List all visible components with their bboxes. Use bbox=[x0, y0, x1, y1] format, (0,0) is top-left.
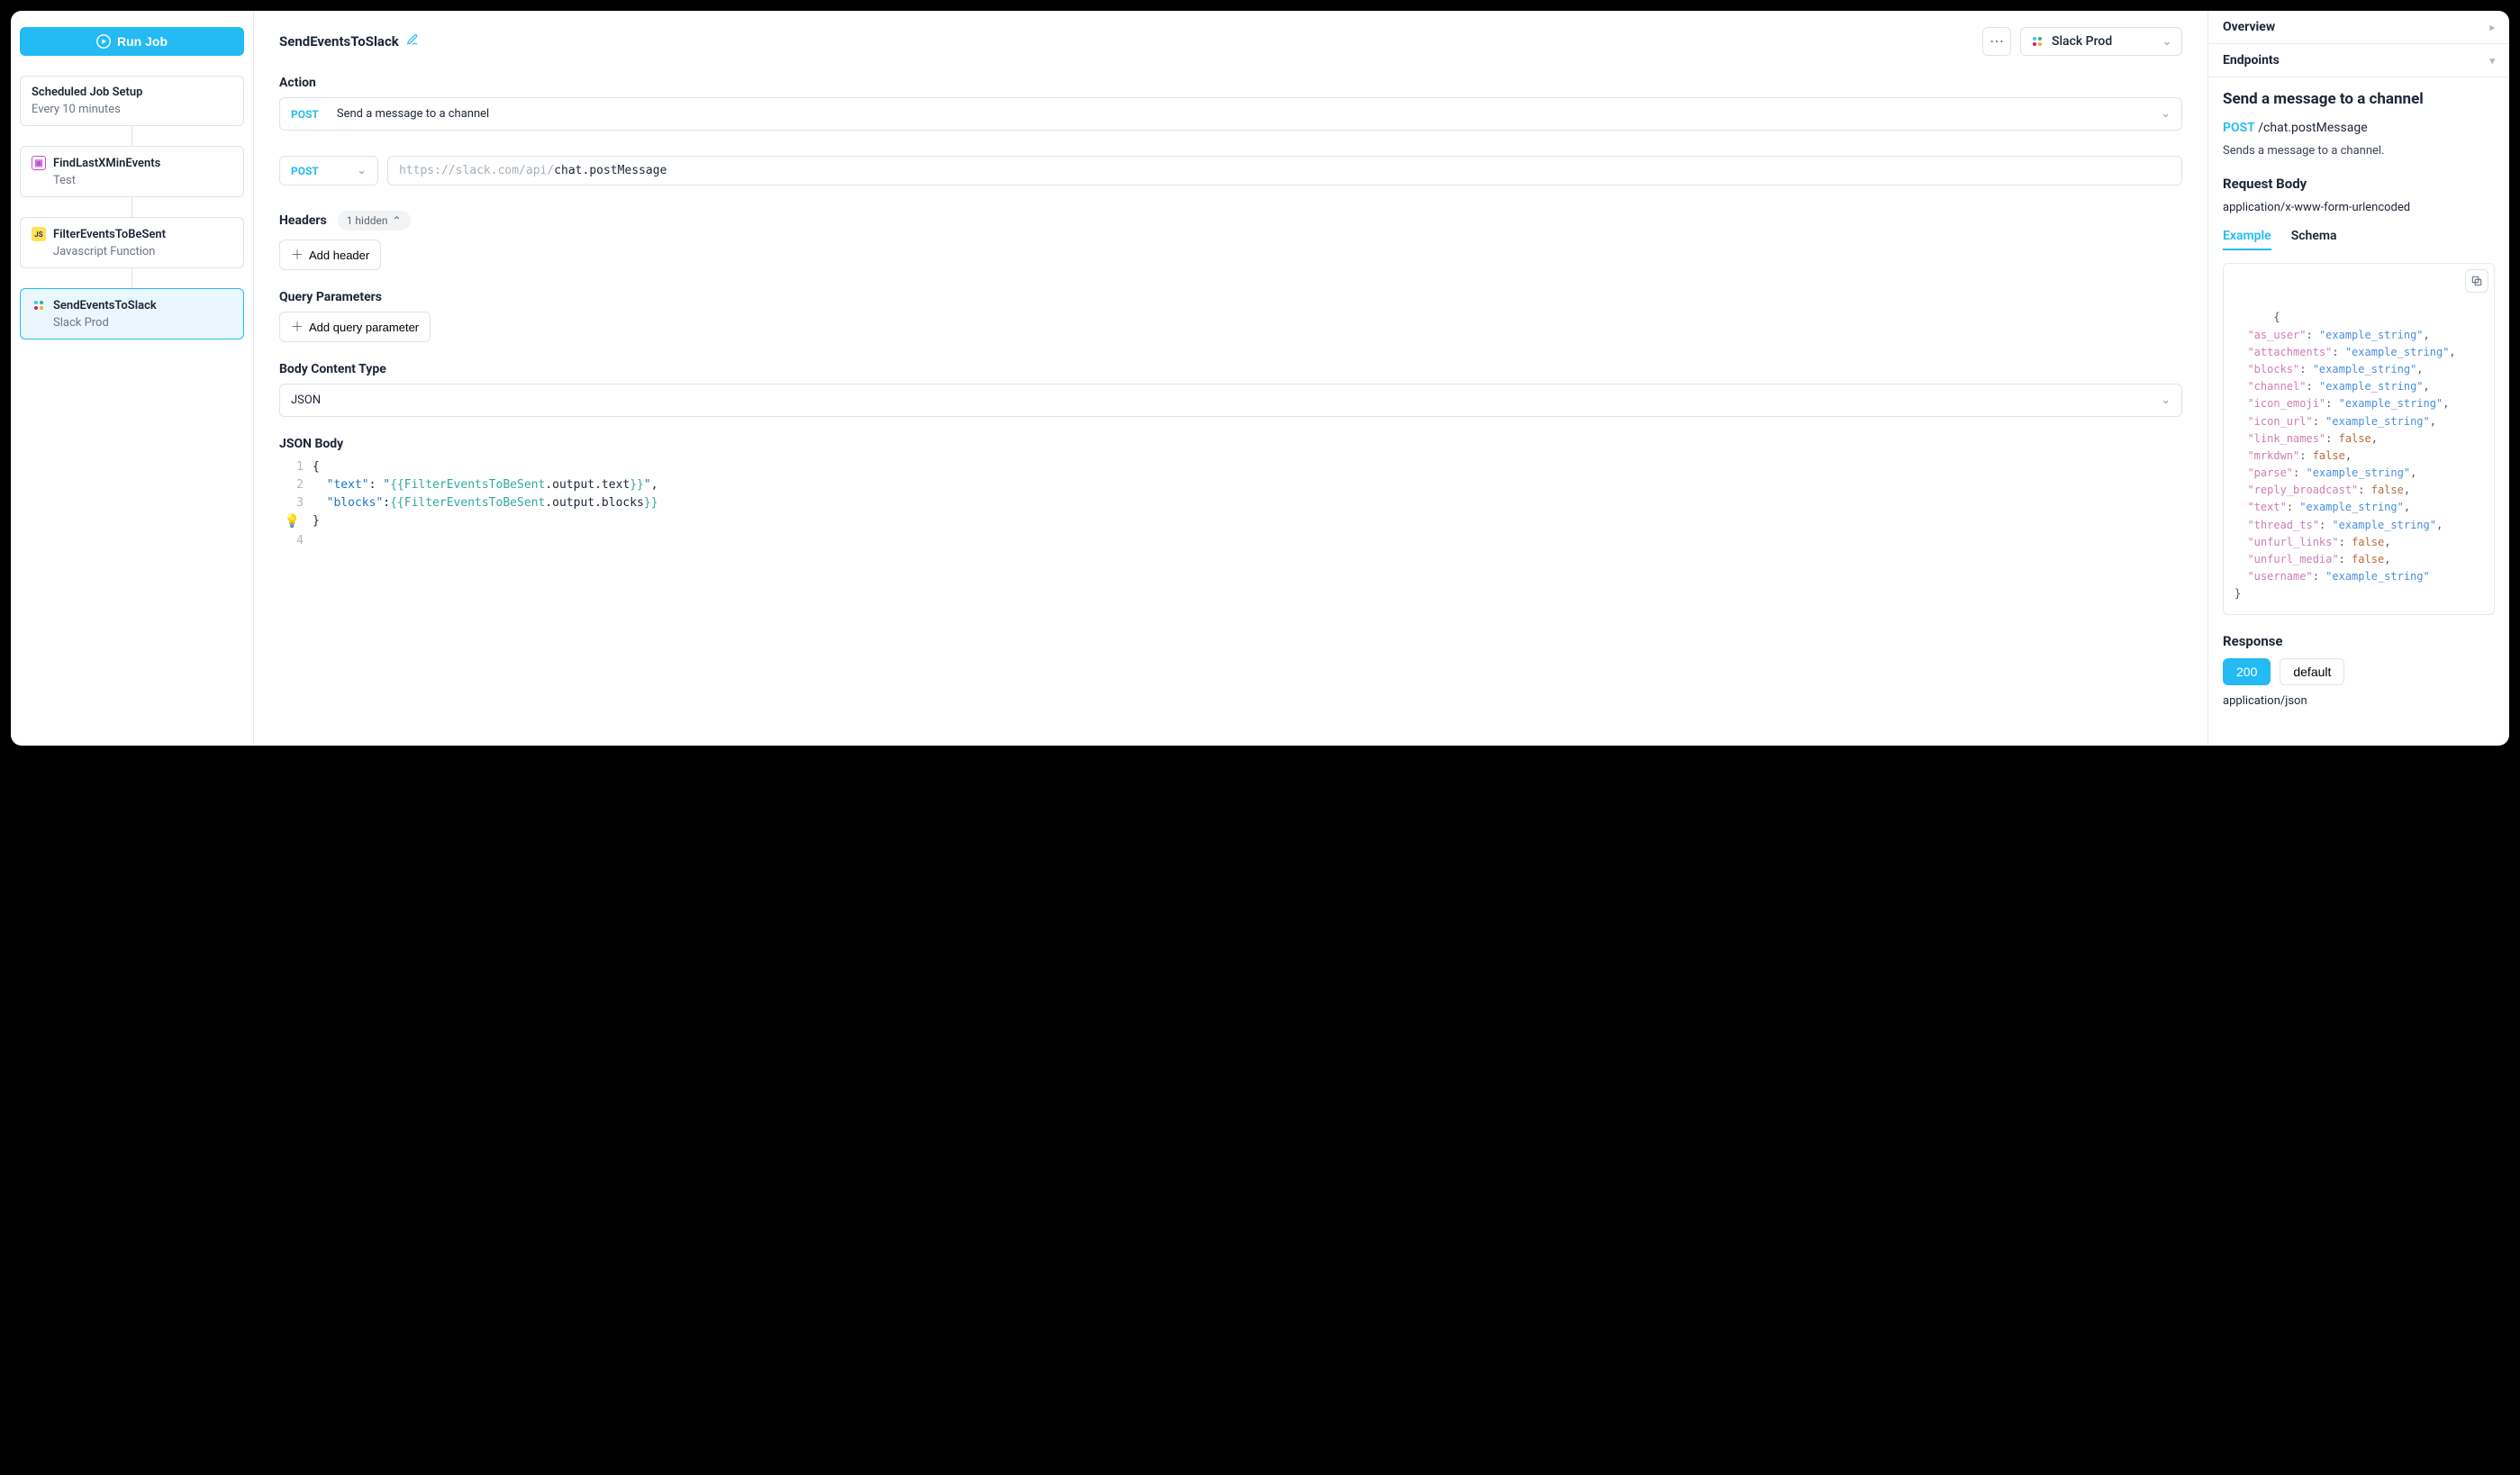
method-value: POST bbox=[291, 165, 319, 177]
overview-label: Overview bbox=[2223, 20, 2275, 34]
http-method-select[interactable]: POST ⌄ bbox=[279, 156, 378, 186]
js-icon: JS bbox=[32, 227, 46, 241]
copy-icon bbox=[2470, 275, 2483, 287]
chevron-down-icon: ⌄ bbox=[357, 164, 367, 177]
connector bbox=[131, 126, 132, 146]
response-default-button[interactable]: default bbox=[2280, 658, 2344, 685]
dots-icon: ⋯ bbox=[1990, 32, 2004, 50]
node-title: FilterEventsToBeSent bbox=[53, 228, 166, 241]
chevron-down-icon: ⌄ bbox=[2161, 107, 2171, 121]
chevron-down-icon: ⌄ bbox=[2162, 34, 2172, 49]
action-section-label: Action bbox=[279, 76, 2182, 90]
response-200-button[interactable]: 200 bbox=[2223, 658, 2271, 685]
overview-section-toggle[interactable]: Overview ▸ bbox=[2208, 11, 2509, 43]
node-send-to-slack[interactable]: SendEventsToSlack Slack Prod bbox=[20, 288, 244, 339]
node-subtitle: Javascript Function bbox=[53, 245, 232, 258]
body-type-value: JSON bbox=[291, 394, 321, 407]
node-title: SendEventsToSlack bbox=[53, 299, 157, 312]
workflow-sidebar: Run Job Scheduled Job Setup Every 10 min… bbox=[11, 11, 254, 746]
tab-schema[interactable]: Schema bbox=[2291, 229, 2337, 250]
add-header-button[interactable]: ＋ Add header bbox=[279, 240, 381, 270]
integration-select[interactable]: Slack Prod ⌄ bbox=[2020, 27, 2182, 56]
endpoints-section-toggle[interactable]: Endpoints ▾ bbox=[2208, 43, 2509, 77]
edit-title-icon[interactable] bbox=[406, 33, 419, 50]
json-body-editor[interactable]: 1{2 "text": "{{FilterEventsToBeSent.outp… bbox=[279, 458, 2182, 550]
run-job-button[interactable]: Run Job bbox=[20, 27, 244, 56]
endpoint-signature: POST /chat.postMessage bbox=[2223, 121, 2495, 135]
connector bbox=[131, 197, 132, 217]
body-type-select[interactable]: JSON ⌄ bbox=[279, 384, 2182, 417]
node-scheduled-job[interactable]: Scheduled Job Setup Every 10 minutes bbox=[20, 76, 244, 126]
copy-example-button[interactable] bbox=[2465, 269, 2488, 293]
chevron-down-icon: ▾ bbox=[2489, 55, 2495, 67]
connector bbox=[131, 268, 132, 288]
run-job-label: Run Job bbox=[117, 34, 168, 49]
slack-icon bbox=[32, 298, 46, 312]
node-subtitle: Every 10 minutes bbox=[32, 103, 232, 116]
endpoint-method: POST bbox=[2223, 121, 2255, 135]
chevron-right-icon: ▸ bbox=[2489, 22, 2495, 33]
node-title: FindLastXMinEvents bbox=[53, 157, 160, 170]
query-section-label: Query Parameters bbox=[279, 290, 2182, 304]
pink-app-icon: ▣ bbox=[32, 156, 46, 170]
main-editor: SendEventsToSlack ⋯ Slack Prod ⌄ Acti bbox=[254, 11, 2207, 746]
endpoint-title: Send a message to a channel bbox=[2223, 90, 2495, 108]
slack-icon bbox=[2030, 34, 2044, 49]
chevron-down-icon: ⌄ bbox=[2161, 394, 2171, 407]
more-options-button[interactable]: ⋯ bbox=[1982, 27, 2011, 56]
endpoint-path: /chat.postMessage bbox=[2258, 121, 2367, 135]
add-query-label: Add query parameter bbox=[309, 321, 419, 334]
endpoints-label: Endpoints bbox=[2223, 53, 2280, 68]
action-select[interactable]: POST Send a message to a channel ⌄ bbox=[279, 97, 2182, 131]
headers-hidden-pill[interactable]: 1 hidden ⌃ bbox=[338, 211, 411, 231]
integration-label: Slack Prod bbox=[2052, 34, 2112, 49]
plus-icon: ＋ bbox=[291, 318, 304, 336]
node-filter-events[interactable]: JS FilterEventsToBeSent Javascript Funct… bbox=[20, 217, 244, 268]
url-prefix: https://slack.com/api/ bbox=[399, 164, 554, 177]
headers-section-label: Headers bbox=[279, 213, 327, 228]
node-title: Scheduled Job Setup bbox=[32, 86, 142, 99]
node-subtitle: Test bbox=[53, 174, 232, 187]
add-query-button[interactable]: ＋ Add query parameter bbox=[279, 312, 431, 342]
node-find-events[interactable]: ▣ FindLastXMinEvents Test bbox=[20, 146, 244, 197]
endpoint-description: Sends a message to a channel. bbox=[2223, 144, 2495, 158]
docs-panel: Overview ▸ Endpoints ▾ Send a message to… bbox=[2207, 11, 2509, 746]
json-body-label: JSON Body bbox=[279, 437, 2182, 451]
add-header-label: Add header bbox=[309, 249, 369, 262]
node-subtitle: Slack Prod bbox=[53, 316, 232, 330]
chevron-up-icon: ⌃ bbox=[392, 214, 401, 227]
page-title: SendEventsToSlack bbox=[279, 33, 399, 50]
plus-icon: ＋ bbox=[291, 246, 304, 264]
response-label: Response bbox=[2223, 633, 2495, 649]
play-icon bbox=[96, 34, 111, 49]
response-content-type: application/json bbox=[2223, 694, 2495, 708]
url-input[interactable]: https://slack.com/api/chat.postMessage bbox=[387, 156, 2182, 186]
action-text: Send a message to a channel bbox=[337, 107, 489, 121]
request-body-label: Request Body bbox=[2223, 176, 2495, 192]
example-json-box: { "as_user": "example_string", "attachme… bbox=[2223, 263, 2495, 615]
tab-example[interactable]: Example bbox=[2223, 229, 2271, 250]
url-path: chat.postMessage bbox=[554, 164, 666, 177]
action-method: POST bbox=[291, 108, 319, 121]
request-content-type: application/x-www-form-urlencoded bbox=[2223, 201, 2495, 214]
headers-hidden-text: 1 hidden bbox=[347, 214, 388, 227]
body-type-label: Body Content Type bbox=[279, 362, 2182, 376]
